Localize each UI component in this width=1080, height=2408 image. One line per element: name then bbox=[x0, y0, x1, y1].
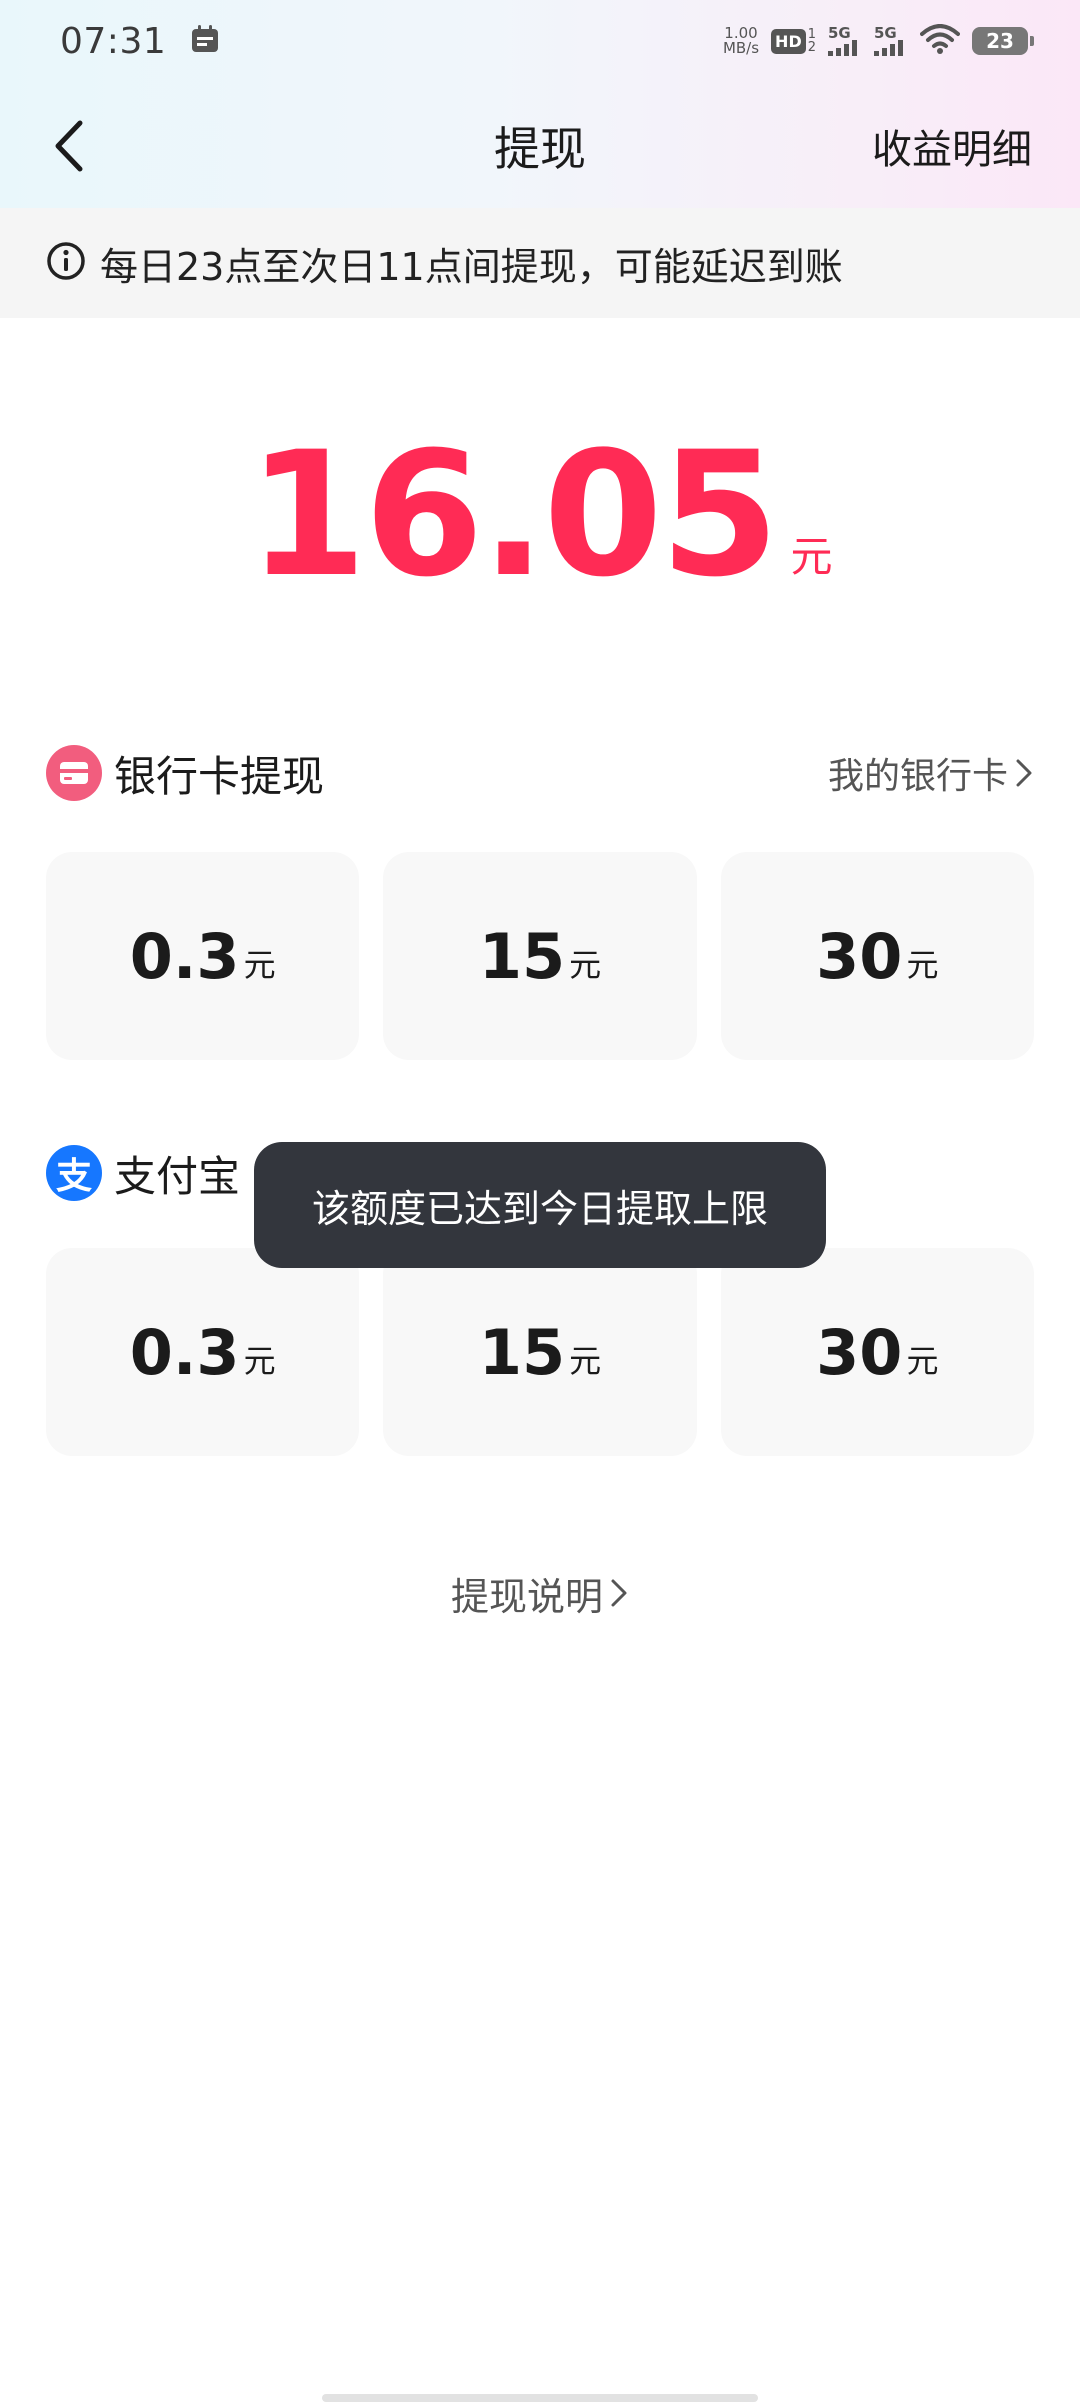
alipay-icon: 支 bbox=[46, 1145, 102, 1201]
balance-display: 16.05 元 bbox=[0, 414, 1080, 615]
alipay-amount-options: 0.3 元 15 元 30 元 bbox=[46, 1248, 1034, 1456]
back-button[interactable] bbox=[52, 116, 100, 176]
my-bank-card-link[interactable]: 我的银行卡 bbox=[828, 747, 1034, 799]
withdraw-explain-link[interactable]: 提现说明 bbox=[0, 1558, 1080, 1628]
nav-bar: 提现 收益明细 bbox=[0, 96, 1080, 196]
bank-option-30[interactable]: 30 元 bbox=[720, 852, 1034, 1060]
status-time: 07:31 bbox=[60, 20, 167, 62]
earnings-detail-link[interactable]: 收益明细 bbox=[872, 117, 1032, 175]
withdraw-page: 07:31 1.00 MB/s HD 1 2 5G 5G 23 提现 收益明细 … bbox=[0, 0, 1080, 2408]
bank-card-icon bbox=[46, 745, 102, 801]
hd-badge: HD 1 2 bbox=[771, 28, 816, 54]
signal-bars-icon bbox=[828, 40, 857, 56]
signal-5g-2: 5G bbox=[874, 26, 908, 56]
bank-section-title: 银行卡提现 bbox=[114, 751, 325, 801]
calendar-icon bbox=[190, 24, 220, 58]
alipay-option-30[interactable]: 30 元 bbox=[720, 1248, 1034, 1456]
withdraw-notice: 每日23点至次日11点间提现，可能延迟到账 bbox=[0, 208, 1080, 318]
signal-bars-icon bbox=[874, 40, 903, 56]
alipay-section-title: 支付宝 bbox=[114, 1151, 241, 1201]
battery-icon: 23 bbox=[972, 27, 1034, 55]
balance-amount: 16.05 bbox=[247, 414, 779, 615]
bank-option-0.3[interactable]: 0.3 元 bbox=[46, 852, 360, 1060]
chevron-left-icon bbox=[55, 120, 83, 172]
home-indicator[interactable] bbox=[322, 2394, 758, 2402]
status-bar: 07:31 1.00 MB/s HD 1 2 5G 5G 23 bbox=[0, 0, 1080, 82]
bank-amount-options: 0.3 元 15 元 30 元 bbox=[46, 852, 1034, 1060]
net-speed: 1.00 MB/s bbox=[722, 24, 760, 57]
chevron-right-icon bbox=[1016, 759, 1032, 787]
bank-option-15[interactable]: 15 元 bbox=[383, 852, 697, 1060]
limit-reached-toast: 该额度已达到今日提取上限 bbox=[254, 1142, 826, 1268]
wifi-icon bbox=[920, 24, 960, 58]
alipay-option-15[interactable]: 15 元 bbox=[383, 1248, 697, 1456]
alipay-option-0.3[interactable]: 0.3 元 bbox=[46, 1248, 360, 1456]
balance-unit: 元 bbox=[790, 532, 833, 581]
signal-5g-1: 5G bbox=[828, 26, 862, 56]
notice-text: 每日23点至次日11点间提现，可能延迟到账 bbox=[100, 244, 843, 289]
bank-section-header: 银行卡提现 我的银行卡 bbox=[0, 738, 1080, 808]
chevron-right-icon bbox=[611, 1579, 627, 1607]
info-icon bbox=[46, 241, 86, 285]
